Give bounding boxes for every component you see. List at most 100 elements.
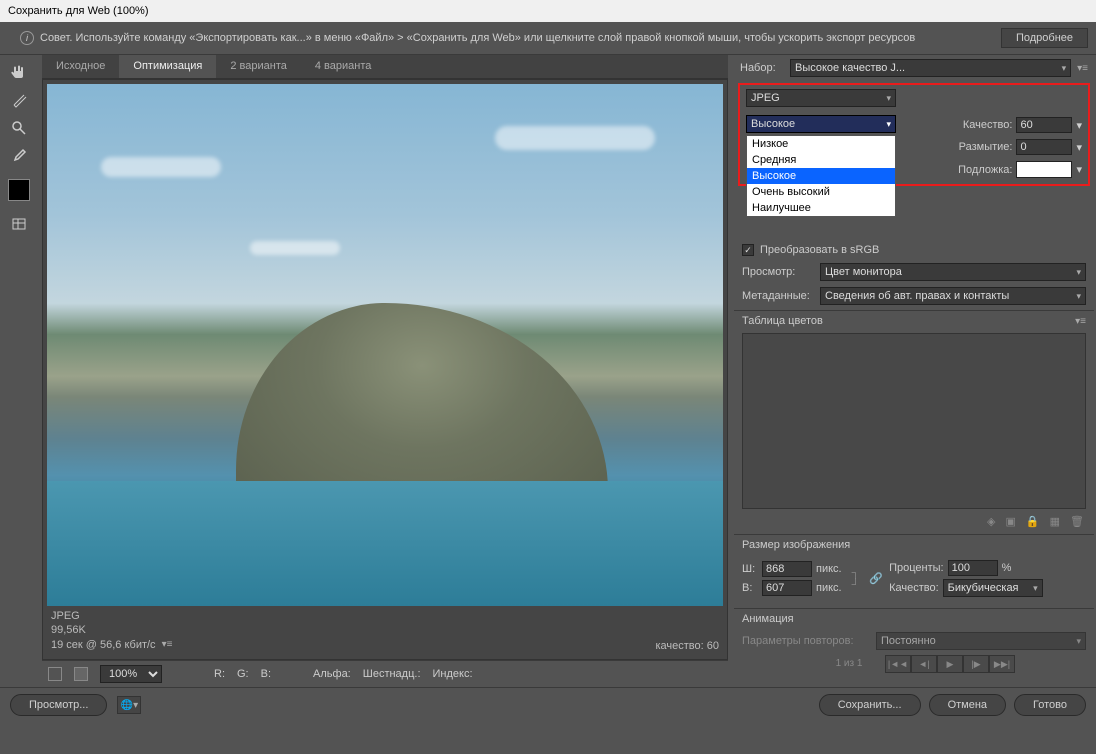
b-label: B: [261, 668, 271, 680]
info-format: JPEG [51, 609, 172, 623]
quality-option-medium[interactable]: Средняя [747, 152, 895, 168]
nav-next-icon[interactable]: |▶ [963, 655, 989, 673]
h-unit: пикс. [816, 582, 842, 594]
tab-2up[interactable]: 2 варианта [216, 55, 301, 78]
zoom-tool-icon[interactable] [6, 117, 32, 139]
preset-menu-icon[interactable]: ▾≡ [1077, 63, 1088, 74]
eyedropper-tool-icon[interactable] [6, 145, 32, 167]
info-size: 99,56K [51, 623, 172, 637]
zoom-bar: 100% R: G: B: Альфа: Шестнадц.: Индекс: [42, 660, 728, 687]
slice-tool-icon[interactable] [6, 89, 32, 111]
hex-label: Шестнадц.: [363, 668, 421, 680]
width-input[interactable] [762, 561, 812, 577]
loop-dropdown: Постоянно▾ [876, 632, 1086, 650]
info-time: 19 сек @ 56,6 кбит/с [51, 638, 156, 652]
ct-trash-icon[interactable]: 🗑 [1070, 515, 1084, 528]
quality-preset-dropdown[interactable]: Высокое▾ Низкое Средняя Высокое Очень вы… [746, 115, 896, 133]
color-table [742, 333, 1086, 509]
w-unit: пикс. [816, 563, 842, 575]
zoom-select[interactable]: 100% [100, 665, 162, 683]
preset-row: Набор: Высокое качество J...▾ ▾≡ [734, 55, 1094, 83]
time-menu-icon[interactable]: ▾≡ [162, 638, 173, 651]
nav-play-icon[interactable]: ▶ [937, 655, 963, 673]
tab-4up[interactable]: 4 варианта [301, 55, 386, 78]
view-label: Просмотр: [742, 266, 814, 278]
toolbar [0, 55, 38, 687]
tab-optimized[interactable]: Оптимизация [119, 55, 216, 78]
tip-bar: i Совет. Используйте команду «Экспортиро… [0, 22, 1096, 55]
save-button[interactable]: Сохранить... [819, 694, 921, 716]
meta-label: Метаданные: [742, 290, 814, 302]
color-table-title: Таблица цветов [742, 315, 823, 327]
g-label: G: [237, 668, 249, 680]
matte-label: Подложка: [958, 164, 1012, 176]
srgb-label: Преобразовать в sRGB [760, 244, 879, 256]
blur-input[interactable] [1016, 139, 1072, 155]
ct-grid-icon[interactable]: ▦ [1050, 515, 1060, 528]
animation-nav: 1 из 1 |◄◄ ◄| ▶ |▶ ▶▶| [734, 653, 1094, 675]
quality-option-veryhigh[interactable]: Очень высокий [747, 184, 895, 200]
srgb-checkbox[interactable]: ✓ [742, 244, 754, 256]
square-icon-2[interactable] [74, 667, 88, 681]
preset-label: Набор: [740, 62, 784, 74]
preview-image[interactable] [47, 84, 723, 606]
quality-input[interactable] [1016, 117, 1072, 133]
ct-diamond-icon[interactable]: ◈ [987, 515, 995, 528]
quality-option-low[interactable]: Низкое [747, 136, 895, 152]
info-icon: i [20, 31, 34, 45]
foreground-color-swatch[interactable] [8, 179, 30, 201]
cancel-button[interactable]: Отмена [929, 694, 1006, 716]
info-quality: качество: 60 [655, 640, 719, 652]
alpha-label: Альфа: [313, 668, 351, 680]
preview-tabs: Исходное Оптимизация 2 варианта 4 вариан… [42, 55, 728, 79]
tab-original[interactable]: Исходное [42, 55, 119, 78]
preview-column: Исходное Оптимизация 2 варианта 4 вариан… [38, 55, 732, 687]
highlighted-settings: JPEG▾ Высокое▾ Низкое Средняя Высокое Оч… [738, 83, 1090, 186]
color-table-toolbar: ◈ ▣ 🔒 ▦ 🗑 [734, 511, 1094, 532]
format-dropdown[interactable]: JPEG▾ [746, 89, 896, 107]
resample-label: Качество: [889, 582, 939, 594]
view-dropdown[interactable]: Цвет монитора▾ [820, 263, 1086, 281]
image-size-title: Размер изображения [742, 539, 850, 551]
percent-unit: % [1002, 562, 1012, 574]
preset-dropdown[interactable]: Высокое качество J...▾ [790, 59, 1071, 77]
h-label: В: [742, 582, 758, 594]
height-input[interactable] [762, 580, 812, 596]
ct-cube-icon[interactable]: ▣ [1006, 515, 1016, 528]
bottom-bar: Просмотр... 🌐▾ Сохранить... Отмена Готов… [0, 687, 1096, 722]
done-button[interactable]: Готово [1014, 694, 1086, 716]
quality-dropdown-list: Низкое Средняя Высокое Очень высокий Наи… [746, 135, 896, 217]
resample-dropdown[interactable]: Бикубическая▾ [943, 579, 1043, 597]
anim-page: 1 из 1 [813, 655, 885, 673]
hand-tool-icon[interactable] [6, 61, 32, 83]
quality-label: Качество: [963, 119, 1013, 131]
blur-label: Размытие: [959, 141, 1013, 153]
preview-button[interactable]: Просмотр... [10, 694, 107, 716]
right-panel: Набор: Высокое качество J...▾ ▾≡ JPEG▾ В… [732, 55, 1096, 687]
preview-area: JPEG 99,56K 19 сек @ 56,6 кбит/с ▾≡ каче… [42, 79, 728, 660]
meta-dropdown[interactable]: Сведения об авт. правах и контакты▾ [820, 287, 1086, 305]
more-button[interactable]: Подробнее [1001, 28, 1088, 48]
srgb-row: ✓ Преобразовать в sRGB [734, 240, 1094, 260]
matte-swatch[interactable] [1016, 161, 1072, 178]
browser-preview-icon[interactable]: 🌐▾ [117, 696, 141, 714]
quality-option-best[interactable]: Наилучшее [747, 200, 895, 216]
r-label: R: [214, 668, 225, 680]
index-label: Индекс: [433, 668, 473, 680]
preview-info: JPEG 99,56K 19 сек @ 56,6 кбит/с ▾≡ каче… [47, 606, 723, 655]
nav-last-icon[interactable]: ▶▶| [989, 655, 1015, 673]
nav-prev-icon[interactable]: ◄| [911, 655, 937, 673]
percent-input[interactable] [948, 560, 998, 576]
w-label: Ш: [742, 563, 758, 575]
color-table-menu-icon[interactable]: ▾≡ [1075, 316, 1086, 327]
animation-title: Анимация [742, 613, 794, 625]
square-icon[interactable] [48, 667, 62, 681]
loop-label: Параметры повторов: [742, 635, 870, 647]
toggle-slices-icon[interactable] [6, 213, 32, 235]
percent-label: Проценты: [889, 562, 944, 574]
nav-first-icon[interactable]: |◄◄ [885, 655, 911, 673]
quality-option-high[interactable]: Высокое [747, 168, 895, 184]
constrain-icon[interactable]: 🔗 [869, 572, 883, 585]
ct-lock-icon[interactable]: 🔒 [1026, 515, 1040, 528]
link-icon[interactable]: ┐┘ [848, 567, 864, 591]
